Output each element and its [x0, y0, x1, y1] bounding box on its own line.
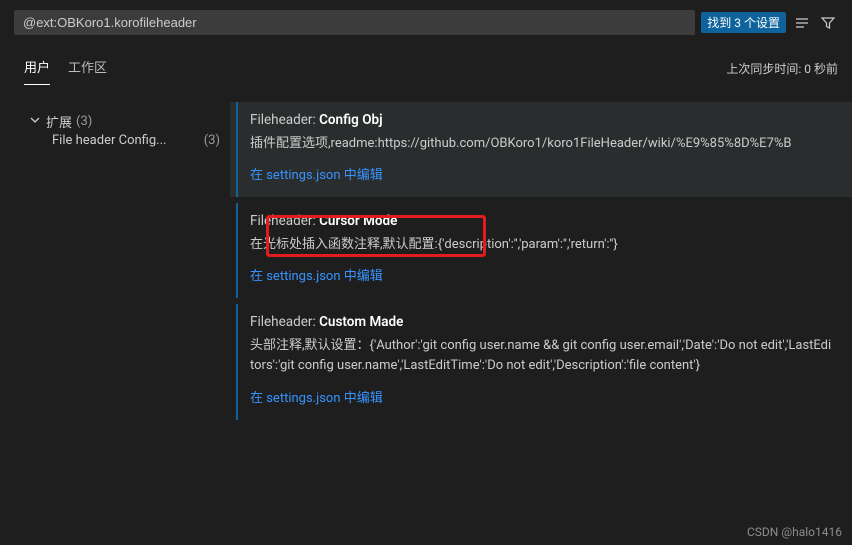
tree-root-extensions[interactable]: 扩展 (3) — [30, 110, 226, 133]
setting-title: Fileheader: Config Obj — [250, 112, 834, 128]
setting-item[interactable]: Fileheader: Cursor Mode 在光标处插入函数注释,默认配置:… — [230, 203, 852, 298]
modified-indicator — [236, 203, 238, 298]
tab-user[interactable]: 用户 — [24, 57, 50, 85]
watermark-text: CSDN @halo1416 — [747, 525, 842, 539]
tab-workspace[interactable]: 工作区 — [68, 57, 107, 85]
modified-indicator — [236, 102, 238, 197]
setting-description: 头部注释,默认设置：{'Author':'git config user.nam… — [250, 336, 834, 376]
edit-in-settings-json-link[interactable]: 在 settings.json 中编辑 — [250, 391, 383, 406]
setting-title: Fileheader: Cursor Mode — [250, 213, 834, 229]
tree-item-label: File header Config... — [52, 133, 166, 148]
setting-description: 在光标处插入函数注释,默认配置:{'description':'','param… — [250, 235, 834, 255]
setting-item[interactable]: Fileheader: Config Obj 插件配置选项,readme:htt… — [230, 102, 852, 197]
setting-description: 插件配置选项,readme:https://github.com/OBKoro1… — [250, 134, 834, 154]
tree-item-fileheader[interactable]: File header Config... (3) — [30, 133, 226, 148]
results-count-badge: 找到 3 个设置 — [701, 12, 786, 33]
setting-name: Cursor Mode — [319, 213, 397, 229]
edit-in-settings-json-link[interactable]: 在 settings.json 中编辑 — [250, 269, 383, 284]
tree-root-count: (3) — [76, 114, 92, 129]
filter-icon[interactable] — [818, 13, 838, 33]
search-input-wrap[interactable] — [14, 10, 695, 35]
edit-in-settings-json-link[interactable]: 在 settings.json 中编辑 — [250, 168, 383, 183]
chevron-down-icon — [30, 114, 42, 129]
modified-indicator — [236, 304, 238, 419]
settings-search-input[interactable] — [23, 15, 686, 30]
clear-search-icon[interactable] — [792, 13, 812, 33]
settings-list: Fileheader: Config Obj 插件配置选项,readme:htt… — [230, 92, 852, 537]
setting-prefix: Fileheader: — [250, 213, 319, 229]
setting-name: Config Obj — [319, 112, 382, 128]
last-sync-label: 上次同步时间: 0 秒前 — [726, 60, 838, 85]
setting-item[interactable]: Fileheader: Custom Made 头部注释,默认设置：{'Auth… — [230, 304, 852, 419]
tree-root-label: 扩展 — [46, 112, 72, 131]
setting-title: Fileheader: Custom Made — [250, 314, 834, 330]
setting-name: Custom Made — [319, 314, 403, 330]
setting-prefix: Fileheader: — [250, 314, 319, 330]
settings-tree: 扩展 (3) File header Config... (3) — [0, 92, 230, 537]
tree-item-count: (3) — [204, 133, 220, 148]
setting-prefix: Fileheader: — [250, 112, 319, 128]
